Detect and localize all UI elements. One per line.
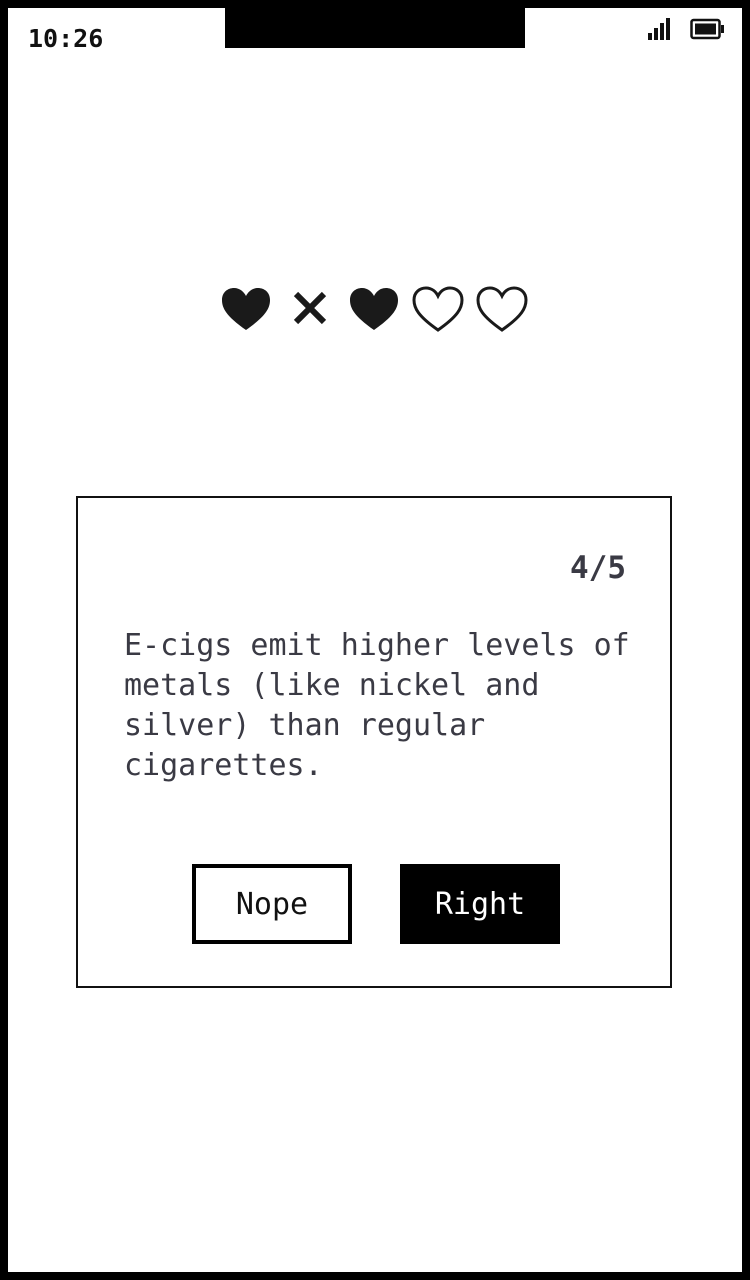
heart-filled-icon — [222, 288, 270, 330]
status-time: 10:26 — [28, 24, 104, 53]
cellular-signal-icon — [648, 18, 670, 40]
quiz-card: 4/5 E-cigs emit higher levels of metals … — [76, 496, 672, 988]
nope-button[interactable]: Nope — [192, 864, 352, 944]
question-counter: 4/5 — [570, 550, 626, 586]
battery-full-icon — [690, 18, 724, 40]
heart-outline-icon — [476, 286, 528, 332]
right-button[interactable]: Right — [400, 864, 560, 944]
heart-outline-icon — [412, 286, 464, 332]
notch — [225, 8, 525, 48]
quiz-statement: E-cigs emit higher levels of metals (lik… — [124, 628, 630, 783]
heart-filled-icon — [350, 288, 398, 330]
phone-screen: 10:26 4/5 E-cigs emit higher levels of m… — [8, 8, 742, 1272]
lives-indicator — [220, 286, 540, 338]
x-mark-icon — [293, 291, 327, 325]
